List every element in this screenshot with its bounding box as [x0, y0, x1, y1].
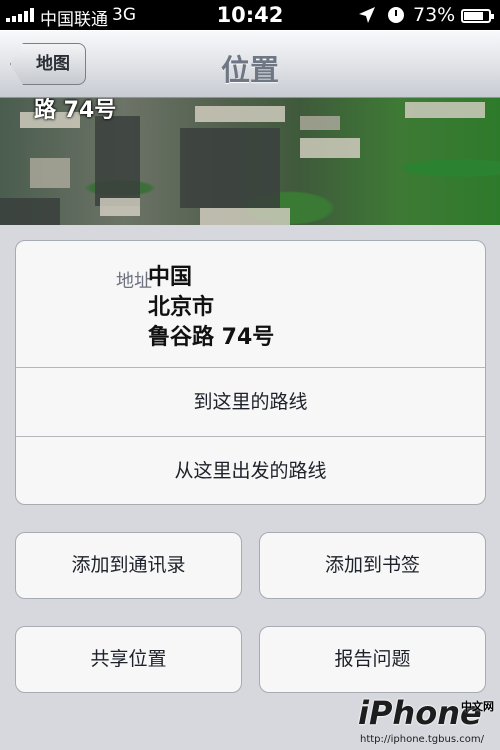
battery-percent: 73%: [413, 4, 456, 26]
map-location-label: 路 74号: [34, 98, 117, 123]
address-city: 北京市: [148, 295, 215, 320]
add-bookmark-button[interactable]: 添加到书签: [259, 532, 486, 599]
report-problem-button[interactable]: 报告问题: [259, 626, 486, 693]
navigation-bar: 地图 位置: [0, 30, 500, 98]
watermark-cn-text: 中文网: [461, 700, 494, 713]
directions-to-here-button[interactable]: 到这里的路线: [16, 368, 485, 436]
location-arrow-icon: [359, 7, 375, 23]
site-watermark: iPhone 中文网 http://iphone.tgbus.com/: [358, 694, 498, 750]
add-to-contacts-button[interactable]: 添加到通讯录: [15, 532, 242, 599]
directions-from-here-button[interactable]: 从这里出发的路线: [16, 437, 485, 504]
address-country: 中国: [148, 265, 193, 290]
watermark-url: http://iphone.tgbus.com/: [360, 734, 484, 745]
location-info-group: 地址 中国 北京市 鲁谷路 74号 到这里的路线 从这里出发的路线: [15, 240, 486, 505]
address-row[interactable]: 地址 中国 北京市 鲁谷路 74号: [16, 241, 485, 367]
alarm-icon: [388, 7, 404, 23]
map-satellite-image: 路 74号: [0, 98, 500, 225]
address-street: 鲁谷路 74号: [148, 325, 275, 350]
address-label: 地址: [116, 271, 152, 292]
page-title: 位置: [220, 53, 279, 87]
battery-icon: [461, 9, 494, 23]
status-bar: 中国联通 3G 10:42 73%: [0, 0, 500, 30]
address-value: 中国 北京市 鲁谷路 74号: [148, 263, 274, 353]
share-location-button[interactable]: 共享位置: [15, 626, 242, 693]
